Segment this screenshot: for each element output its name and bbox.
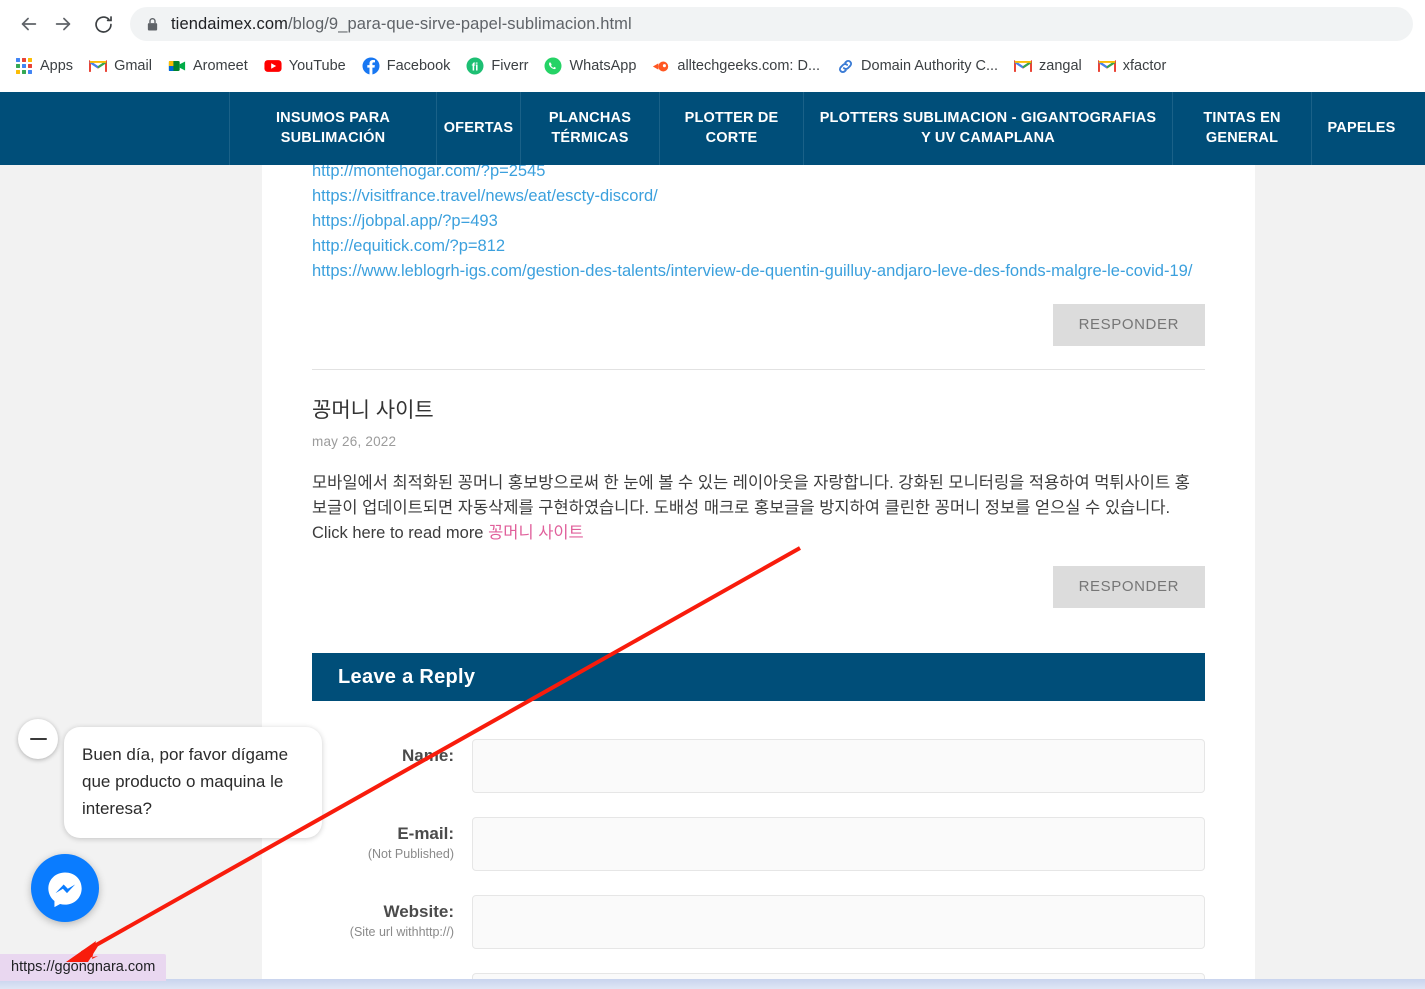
address-bar-path: /blog/9_para-que-sirve-papel-sublimacion…: [287, 14, 632, 33]
bookmark-label: Gmail: [114, 58, 152, 74]
minimize-icon[interactable]: [18, 719, 58, 759]
bookmark-label: Fiverr: [491, 58, 529, 74]
bookmarks-bar: Apps Gmail Aromeet YouTube Facebook fi F…: [0, 48, 1425, 84]
bookmark-gmail[interactable]: Gmail: [82, 52, 159, 80]
comment-body-link[interactable]: 꽁머니 사이트: [488, 524, 584, 542]
form-row-website: Website: (Site url withhttp://): [312, 895, 1205, 949]
status-bar-url: https://ggongnara.com: [0, 954, 167, 981]
bookmark-label: WhatsApp: [569, 58, 637, 74]
reply-form: Name: E-mail: (Not Published) Website: (…: [312, 701, 1205, 989]
bookmark-label: xfactor: [1122, 58, 1167, 74]
nav-item-planchas-termicas[interactable]: PLANCHAS TÉRMICAS: [520, 92, 660, 165]
google-meet-icon: [168, 57, 186, 75]
nav-item-insumos-para-sublimacion[interactable]: INSUMOS PARA SUBLIMACIÓN: [229, 92, 437, 165]
form-row-email: E-mail: (Not Published): [312, 817, 1205, 871]
bookmark-aromeet[interactable]: Aromeet: [161, 52, 255, 80]
comment-link[interactable]: https://jobpal.app/?p=493: [312, 209, 1205, 234]
gmail-icon: [1097, 57, 1116, 75]
responder-button[interactable]: RESPONDER: [1052, 304, 1205, 346]
gmail-icon: [89, 57, 108, 75]
bookmark-youtube[interactable]: YouTube: [257, 52, 353, 80]
bookmark-label: zangal: [1039, 58, 1082, 74]
comment-link[interactable]: http://equitick.com/?p=812: [312, 234, 1205, 259]
os-taskbar: [0, 979, 1425, 989]
whatsapp-icon: [544, 57, 562, 75]
browser-toolbar: tiendaimex.com/blog/9_para-que-sirve-pap…: [0, 0, 1425, 48]
bookmark-label: Facebook: [386, 58, 451, 74]
comment-link[interactable]: https://visitfrance.travel/news/eat/esct…: [312, 184, 1205, 209]
bookmark-fiverr[interactable]: fi Fiverr: [459, 52, 535, 80]
email-sublabel: (Not Published): [367, 847, 454, 861]
nav-item-plotter-de-corte[interactable]: PLOTTER DE CORTE: [659, 92, 804, 165]
lock-icon: [146, 17, 159, 32]
reply-button-row: RESPONDER: [312, 566, 1205, 608]
messenger-greeting-text: Buen día, por favor dígame que producto …: [82, 745, 289, 818]
bookmark-xfactor[interactable]: xfactor: [1091, 52, 1174, 80]
page-viewport: INSUMOS PARA SUBLIMACIÓN OFERTAS PLANCHA…: [0, 92, 1425, 989]
bookmark-label: Aromeet: [192, 58, 248, 74]
content-card-inner: http://montehogar.com/?p=2545 https://vi…: [262, 162, 1255, 989]
comment-title: 꽁머니 사이트: [312, 399, 434, 422]
facebook-icon: [362, 57, 380, 75]
bookmark-facebook[interactable]: Facebook: [355, 52, 458, 80]
forward-arrow-icon[interactable]: [46, 7, 80, 41]
comment-date: may 26, 2022: [312, 434, 397, 449]
content-card: http://montehogar.com/?p=2545 https://vi…: [262, 162, 1255, 989]
back-arrow-icon[interactable]: [12, 7, 46, 41]
form-row-name: Name:: [312, 739, 1205, 793]
alltechgeeks-icon: [652, 57, 670, 75]
svg-text:fi: fi: [472, 61, 479, 73]
leave-a-reply-title: Leave a Reply: [338, 665, 476, 688]
address-bar-host: tiendaimex.com: [171, 14, 288, 33]
nav-item-ofertas[interactable]: OFERTAS: [436, 92, 521, 165]
email-label: E-mail:: [397, 824, 454, 843]
name-label: Name:: [402, 746, 454, 765]
website-sublabel: (Site url withhttp://): [349, 925, 454, 939]
comment-link[interactable]: https://www.leblogrh-igs.com/gestion-des…: [312, 259, 1205, 284]
link-chain-icon: [836, 57, 854, 75]
bookmark-label: Domain Authority C...: [861, 58, 999, 74]
leave-a-reply-header: Leave a Reply: [312, 653, 1205, 701]
form-label-col: E-mail: (Not Published): [312, 817, 472, 861]
form-label-col: Name:: [312, 739, 472, 766]
email-input[interactable]: [472, 817, 1205, 871]
form-label-col: Website: (Site url withhttp://): [312, 895, 472, 939]
website-input[interactable]: [472, 895, 1205, 949]
bookmark-alltechgeeks[interactable]: alltechgeeks.com: D...: [645, 52, 827, 80]
messenger-greeting-bubble: Buen día, por favor dígame que producto …: [64, 727, 322, 838]
messenger-icon[interactable]: [31, 854, 99, 922]
bookmark-zangal[interactable]: zangal: [1007, 52, 1089, 80]
website-label: Website:: [383, 902, 454, 921]
responder-button[interactable]: RESPONDER: [1052, 566, 1205, 608]
name-input[interactable]: [472, 739, 1205, 793]
gmail-icon: [1014, 57, 1033, 75]
bookmark-label: YouTube: [288, 58, 346, 74]
nav-item-papeles[interactable]: PAPELES: [1311, 92, 1411, 165]
comment-body: 모바일에서 최적화된 꽁머니 홍보방으로써 한 눈에 볼 수 있는 레이아웃을 …: [312, 471, 1205, 546]
reload-icon[interactable]: [86, 7, 120, 41]
browser-chrome: tiendaimex.com/blog/9_para-que-sirve-pap…: [0, 0, 1425, 92]
bookmark-apps[interactable]: Apps: [8, 52, 80, 80]
bookmark-domain-authority[interactable]: Domain Authority C...: [829, 52, 1005, 80]
site-navigation-bar: INSUMOS PARA SUBLIMACIÓN OFERTAS PLANCHA…: [0, 92, 1425, 165]
nav-item-plotters-sublimacion[interactable]: PLOTTERS SUBLIMACION - GIGANTOGRAFIAS Y …: [803, 92, 1173, 165]
comment-separator: [312, 369, 1205, 370]
apps-grid-icon: [15, 57, 33, 75]
nav-item-tintas-en-general[interactable]: TINTAS EN GENERAL: [1172, 92, 1312, 165]
comment-body-text: 모바일에서 최적화된 꽁머니 홍보방으로써 한 눈에 볼 수 있는 레이아웃을 …: [312, 474, 1190, 542]
address-bar[interactable]: tiendaimex.com/blog/9_para-que-sirve-pap…: [130, 7, 1413, 41]
fiverr-icon: fi: [466, 57, 484, 75]
bookmark-label: Apps: [40, 58, 74, 74]
bookmark-whatsapp[interactable]: WhatsApp: [537, 52, 643, 80]
comment-links-list: http://montehogar.com/?p=2545 https://vi…: [312, 162, 1205, 284]
reply-button-row: RESPONDER: [312, 304, 1205, 346]
youtube-icon: [264, 57, 282, 75]
address-bar-url: tiendaimex.com/blog/9_para-que-sirve-pap…: [171, 15, 632, 34]
bookmark-label: alltechgeeks.com: D...: [677, 58, 821, 74]
